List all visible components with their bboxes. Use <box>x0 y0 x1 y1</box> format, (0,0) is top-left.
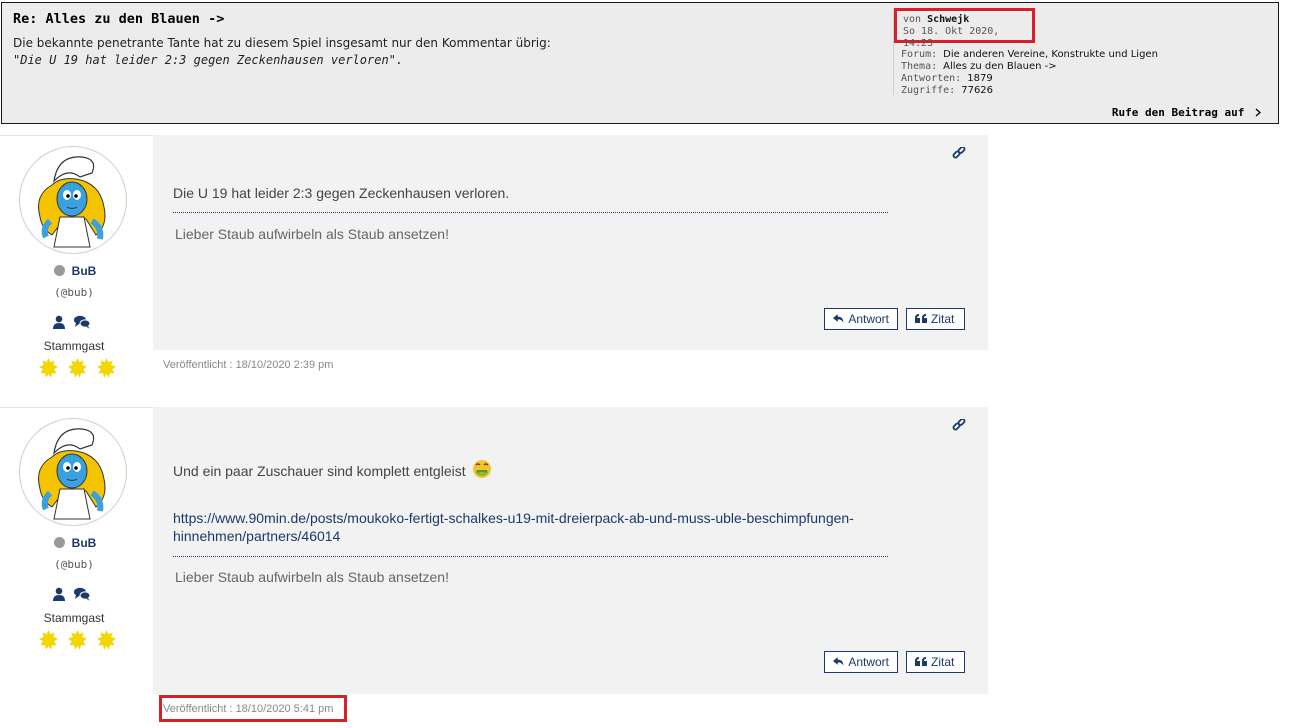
post-content: Die U 19 hat leider 2:3 gegen Zeckenhaus… <box>153 135 988 350</box>
star-icon <box>38 358 59 383</box>
username[interactable]: BuB <box>0 264 150 278</box>
star-icon <box>67 358 88 383</box>
post-text: Und ein paar Zuschauer sind komplett ent… <box>173 459 492 482</box>
quote-marks-icon <box>915 657 927 666</box>
views-label: Zugriffe: <box>901 85 956 96</box>
reply-button-label: Antwort <box>848 655 889 669</box>
user-actions <box>52 314 91 333</box>
permalink-icon[interactable] <box>952 419 966 433</box>
user-rank: Stammgast <box>43 611 105 625</box>
signature: Lieber Staub aufwirbeln als Staub ansetz… <box>175 569 449 585</box>
star-icon <box>67 630 88 655</box>
star-icon <box>96 358 117 383</box>
status-offline-dot <box>53 265 65 276</box>
author-name[interactable]: Schwejk <box>927 14 969 25</box>
username-text: BuB <box>71 536 97 550</box>
status-offline-dot <box>53 537 65 548</box>
thread-link[interactable]: Alles zu den Blauen -> <box>943 61 1056 72</box>
star-icon <box>38 630 59 655</box>
user-handle: (@bub) <box>54 558 94 571</box>
post-content: Und ein paar Zuschauer sind komplett ent… <box>153 407 988 694</box>
permalink-icon[interactable] <box>952 147 966 161</box>
forum-link[interactable]: Die anderen Vereine, Konstrukte und Lige… <box>943 49 1158 60</box>
user-handle: (@bub) <box>54 286 94 299</box>
author-highlight: von Schwejk So 18. Okt 2020, 14:23 <box>894 8 1035 49</box>
quote-button-label: Zitat <box>931 655 955 669</box>
thread-info: Forum: Die anderen Vereine, Konstrukte u… <box>901 49 1158 97</box>
avatar[interactable] <box>19 146 127 254</box>
signature: Lieber Staub aufwirbeln als Staub ansetz… <box>175 226 449 242</box>
user-rank: Stammgast <box>43 339 105 353</box>
replies-label: Antworten: <box>901 73 962 84</box>
user-actions <box>52 586 91 605</box>
quote-button[interactable]: Zitat <box>906 308 965 330</box>
profile-icon[interactable] <box>52 587 66 601</box>
external-link-line2: hinnehmen/partners/46014 <box>173 528 341 544</box>
published-date: Veröffentlicht : 18/10/2020 2:39 pm <box>163 359 334 371</box>
quote-button-label: Zitat <box>931 312 955 326</box>
messages-icon[interactable] <box>73 315 91 329</box>
reply-button[interactable]: Antwort <box>824 308 898 330</box>
forum-label: Forum: <box>901 49 938 60</box>
quoted-post-box: Re: Alles zu den Blauen -> Die bekannte … <box>1 2 1279 124</box>
replies-count: 1879 <box>967 73 993 84</box>
reply-button[interactable]: Antwort <box>824 651 898 673</box>
username[interactable]: BuB <box>0 536 150 550</box>
forum-post: BuB (@bub) Stammgast Die U 19 hat leider… <box>0 135 988 405</box>
external-link-line1: https://www.90min.de/posts/moukoko-ferti… <box>173 510 854 526</box>
author-prefix: von <box>903 14 922 25</box>
forum-post: BuB (@bub) Stammgast Und ein paar Zuscha… <box>0 407 988 728</box>
published-date: Veröffentlicht : 18/10/2020 5:41 pm <box>163 703 334 715</box>
quoted-post-quote: "Die U 19 hat leider 2:3 gegen Zeckenhau… <box>13 53 404 67</box>
post-text: Die U 19 hat leider 2:3 gegen Zeckenhaus… <box>173 185 510 201</box>
reply-arrow-icon <box>833 657 844 666</box>
profile-icon[interactable] <box>52 315 66 329</box>
open-post-label: Rufe den Beitrag auf <box>1111 106 1245 119</box>
external-link[interactable]: https://www.90min.de/posts/moukoko-ferti… <box>173 509 873 545</box>
reply-button-label: Antwort <box>848 312 889 326</box>
post-text-content: Und ein paar Zuschauer sind komplett ent… <box>173 463 466 479</box>
smurfette-avatar-icon <box>38 156 106 248</box>
avatar[interactable] <box>19 418 127 526</box>
reply-arrow-icon <box>833 314 844 323</box>
thread-label: Thema: <box>901 61 938 72</box>
post-date: So 18. Okt 2020, 14:23 <box>903 26 1000 49</box>
star-icon <box>96 630 117 655</box>
smurfette-avatar-icon <box>38 428 106 520</box>
nauseated-face-icon <box>472 459 492 482</box>
views-count: 77626 <box>961 85 994 96</box>
rank-stars <box>38 630 120 655</box>
messages-icon[interactable] <box>73 587 91 601</box>
signature-separator <box>173 212 888 213</box>
chevron-right-icon <box>1255 108 1261 117</box>
quoted-post-title[interactable]: Re: Alles zu den Blauen -> <box>13 11 224 27</box>
open-post-link[interactable]: Rufe den Beitrag auf <box>1112 106 1262 119</box>
username-text: BuB <box>71 264 97 278</box>
signature-separator <box>173 556 888 557</box>
quote-marks-icon <box>915 314 927 323</box>
rank-stars <box>38 358 120 383</box>
quote-button[interactable]: Zitat <box>906 651 965 673</box>
quoted-post-text: Die bekannte penetrante Tante hat zu die… <box>13 36 551 50</box>
